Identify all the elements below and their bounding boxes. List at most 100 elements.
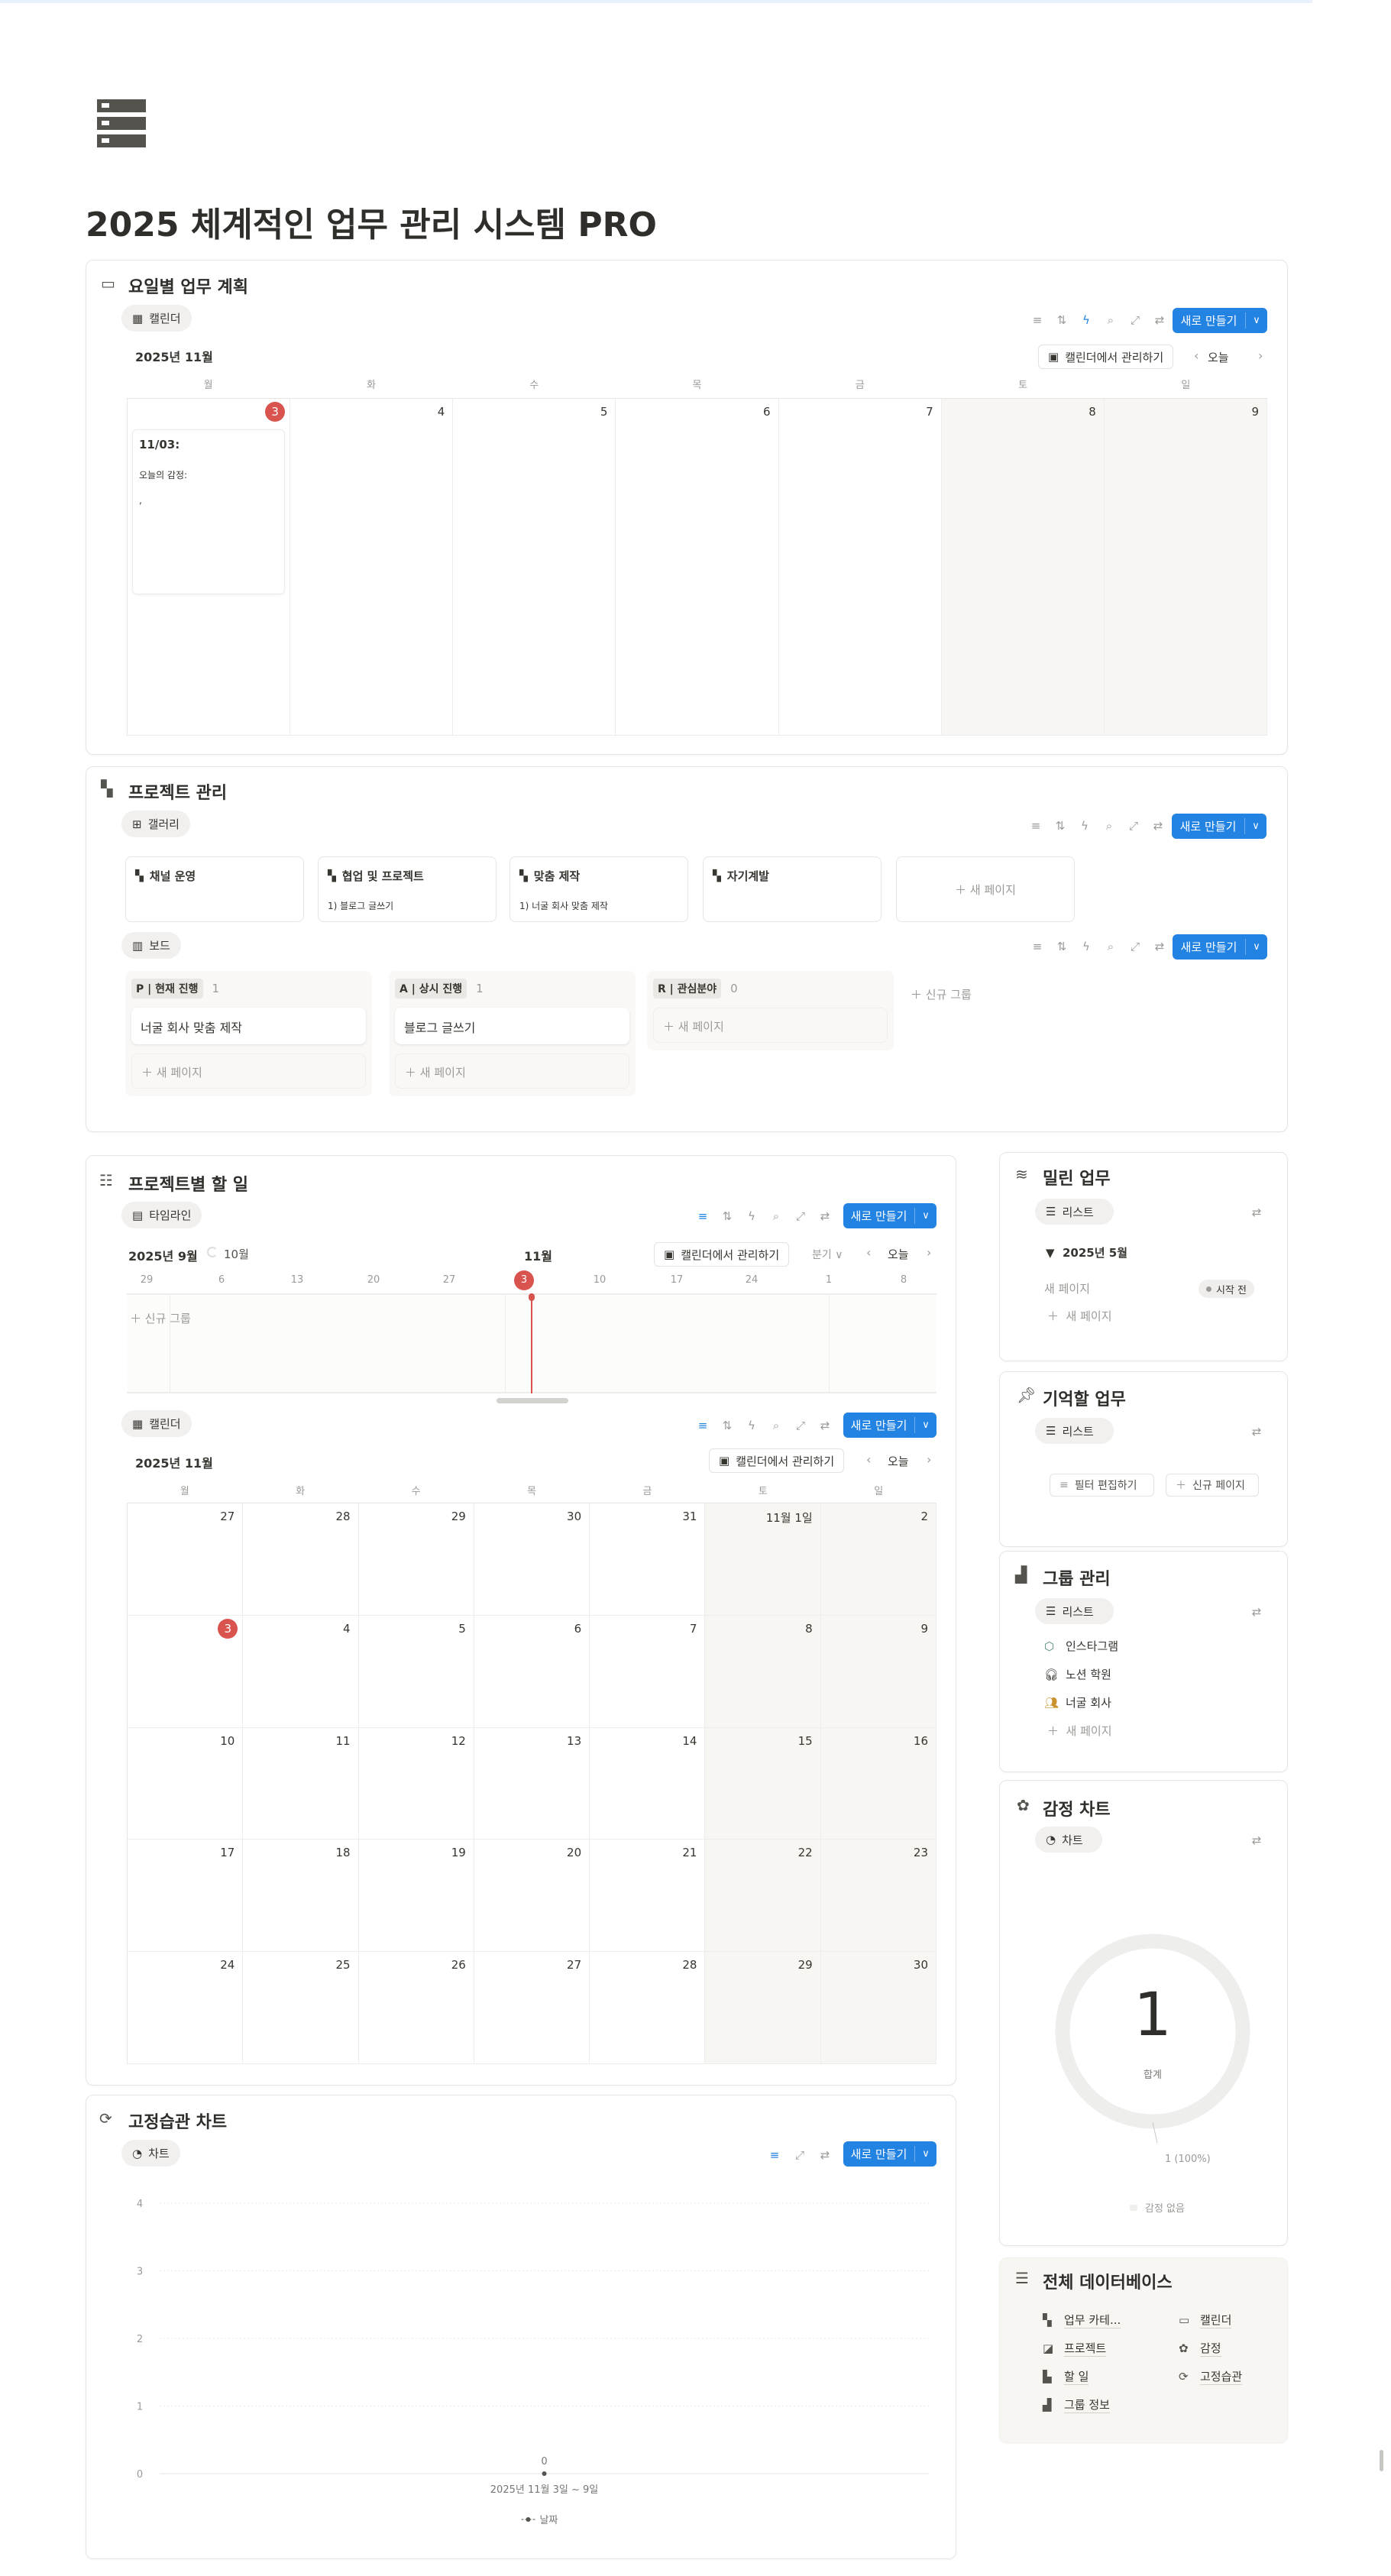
- calendar-day-cell[interactable]: 9: [1104, 399, 1267, 736]
- calendar-day-cell[interactable]: 18: [243, 1840, 359, 1953]
- new-group-button[interactable]: ＋ 신규 그룹: [130, 1310, 191, 1326]
- view-tab-list[interactable]: ☰ 리스트: [1035, 1199, 1114, 1225]
- gallery-card[interactable]: ▚ 자기계발: [703, 856, 882, 922]
- calendar-day-cell[interactable]: 11월 1일: [705, 1503, 821, 1616]
- calendar-day-cell[interactable]: 13: [474, 1727, 590, 1840]
- expand-icon[interactable]: ⤢: [1127, 939, 1143, 954]
- list-item[interactable]: 새 페이지: [1044, 1280, 1090, 1296]
- calendar-day-cell[interactable]: 24: [128, 1952, 244, 2064]
- calendar-day-cell[interactable]: 10: [128, 1727, 244, 1840]
- view-tab-calendar[interactable]: ▦ 캘린더: [121, 1410, 192, 1437]
- calendar-day-cell[interactable]: 8: [941, 399, 1105, 736]
- settings-sliders-icon[interactable]: ⇄: [1249, 1604, 1264, 1620]
- settings-sliders-icon[interactable]: ⇄: [817, 1418, 833, 1433]
- new-button[interactable]: 새로 만들기 ∨: [843, 1203, 936, 1228]
- board-new-page-button[interactable]: ＋ 새 페이지: [131, 1053, 366, 1089]
- filter-icon[interactable]: ≡: [1030, 312, 1045, 328]
- calendar-day-cell[interactable]: 30: [820, 1952, 936, 2064]
- view-tab-gallery[interactable]: ⊞ 갤러리: [121, 811, 190, 837]
- board-new-page-button[interactable]: ＋ 새 페이지: [653, 1008, 888, 1043]
- sort-icon[interactable]: ⇅: [720, 1418, 735, 1433]
- next-button[interactable]: ›: [927, 1245, 931, 1260]
- calendar-day-cell[interactable]: 28: [243, 1503, 359, 1616]
- calendar-day-cell[interactable]: 31: [590, 1503, 706, 1616]
- board-new-page-button[interactable]: ＋ 새 페이지: [395, 1053, 629, 1089]
- view-tab-list[interactable]: ☰ 리스트: [1035, 1418, 1114, 1444]
- filter-icon[interactable]: ≡: [695, 1209, 710, 1224]
- page-scrollbar[interactable]: [1380, 2450, 1383, 2471]
- calendar-day-cell[interactable]: 22: [705, 1840, 821, 1953]
- automation-icon[interactable]: ϟ: [1079, 312, 1094, 328]
- expand-icon[interactable]: ⤢: [1127, 312, 1143, 328]
- calendar-day-cell[interactable]: 11: [243, 1727, 359, 1840]
- chevron-down-icon[interactable]: ∨: [915, 1210, 936, 1222]
- filter-icon[interactable]: ≡: [1028, 818, 1043, 833]
- calendar-day-cell[interactable]: 6: [616, 399, 779, 736]
- new-page-button[interactable]: ＋ 신규 페이지: [1166, 1474, 1259, 1497]
- search-icon[interactable]: ⌕: [1103, 312, 1118, 328]
- sort-icon[interactable]: ⇅: [720, 1209, 735, 1224]
- search-icon[interactable]: ⌕: [1103, 939, 1118, 954]
- database-link[interactable]: ⟳ 고정습관: [1179, 2368, 1243, 2385]
- new-button[interactable]: 새로 만들기 ∨: [1172, 814, 1266, 839]
- next-button[interactable]: ›: [1258, 348, 1263, 363]
- database-link[interactable]: ▙ 할 일: [1043, 2368, 1089, 2385]
- prev-button[interactable]: ‹: [866, 1245, 871, 1260]
- gallery-card[interactable]: ▚ 협업 및 프로젝트 1) 블로그 글쓰기: [318, 856, 497, 922]
- chevron-down-icon[interactable]: ∨: [1245, 820, 1266, 832]
- automation-icon[interactable]: ϟ: [744, 1418, 759, 1433]
- settings-sliders-icon[interactable]: ⇄: [1152, 312, 1167, 328]
- next-button[interactable]: ›: [927, 1452, 931, 1467]
- calendar-day-cell[interactable]: 27: [128, 1503, 244, 1616]
- horizontal-scrollbar[interactable]: [497, 1398, 568, 1403]
- calendar-day-cell[interactable]: 3 11/03: 오늘의 감정:,: [128, 399, 291, 736]
- new-button[interactable]: 새로 만들기 ∨: [1173, 308, 1267, 333]
- chevron-down-icon[interactable]: ∨: [1246, 941, 1267, 953]
- group-list-item[interactable]: ⬡ 인스타그램: [1044, 1638, 1118, 1654]
- calendar-day-cell[interactable]: 27: [474, 1952, 590, 2064]
- calendar-day-cell[interactable]: 9: [820, 1615, 936, 1728]
- gallery-card[interactable]: ▚ 채널 운영: [125, 856, 304, 922]
- period-select[interactable]: 분기 ∨: [812, 1247, 843, 1262]
- search-icon[interactable]: ⌕: [768, 1209, 784, 1224]
- calendar-day-cell[interactable]: 15: [705, 1727, 821, 1840]
- new-group-button[interactable]: ＋ 신규 그룹: [911, 986, 972, 1002]
- search-icon[interactable]: ⌕: [1101, 818, 1117, 833]
- calendar-day-cell[interactable]: 25: [243, 1952, 359, 2064]
- settings-sliders-icon[interactable]: ⇄: [1249, 1205, 1264, 1220]
- database-link[interactable]: ◪ 프로젝트: [1043, 2340, 1107, 2357]
- sort-icon[interactable]: ⇅: [1054, 312, 1069, 328]
- database-link[interactable]: ▭ 캘린더: [1179, 2312, 1232, 2328]
- calendar-day-cell[interactable]: 12: [358, 1727, 474, 1840]
- prev-button[interactable]: ‹: [866, 1452, 871, 1467]
- calendar-day-cell[interactable]: 23: [820, 1840, 936, 1953]
- calendar-day-cell[interactable]: 26: [358, 1952, 474, 2064]
- calendar-event-card[interactable]: 11/03: 오늘의 감정:,: [132, 429, 286, 594]
- board-card[interactable]: 블로그 글쓰기: [395, 1008, 629, 1044]
- expand-icon[interactable]: ⤢: [1126, 818, 1141, 833]
- calendar-day-cell[interactable]: 29: [705, 1952, 821, 2064]
- calendar-day-cell[interactable]: 4: [243, 1615, 359, 1728]
- database-link[interactable]: ▟ 그룹 정보: [1043, 2396, 1110, 2413]
- database-link[interactable]: ✿ 감정: [1179, 2340, 1221, 2357]
- list-group-toggle[interactable]: ▼ 2025년 5월: [1046, 1244, 1127, 1260]
- edit-filter-button[interactable]: ≡ 필터 편집하기: [1050, 1474, 1154, 1497]
- calendar-day-cell[interactable]: 6: [474, 1615, 590, 1728]
- calendar-day-cell[interactable]: 21: [590, 1840, 706, 1953]
- new-page-button[interactable]: ＋ 새 페이지: [1047, 1723, 1112, 1739]
- view-tab-list[interactable]: ☰ 리스트: [1035, 1598, 1114, 1624]
- filter-icon[interactable]: ≡: [1030, 939, 1045, 954]
- settings-sliders-icon[interactable]: ⇄: [1150, 818, 1166, 833]
- group-list-item[interactable]: 👥︎ 너굴 회사: [1044, 1694, 1111, 1710]
- new-page-button[interactable]: ＋ 새 페이지: [1047, 1308, 1112, 1324]
- calendar-day-cell[interactable]: 2: [820, 1503, 936, 1616]
- new-button[interactable]: 새로 만들기 ∨: [843, 1413, 936, 1438]
- gallery-new-page[interactable]: ＋ 새 페이지: [896, 856, 1075, 922]
- manage-in-calendar-button[interactable]: ▣ 캘린더에서 관리하기: [654, 1242, 790, 1267]
- settings-sliders-icon[interactable]: ⇄: [1152, 939, 1167, 954]
- calendar-day-cell[interactable]: 29: [358, 1503, 474, 1616]
- gallery-card[interactable]: ▚ 맞춤 제작 1) 너굴 회사 맞춤 제작: [509, 856, 688, 922]
- manage-in-calendar-button[interactable]: ▣ 캘린더에서 관리하기: [1038, 345, 1174, 369]
- database-link[interactable]: ▚ 업무 카테...: [1043, 2312, 1121, 2328]
- automation-icon[interactable]: ϟ: [1077, 818, 1092, 833]
